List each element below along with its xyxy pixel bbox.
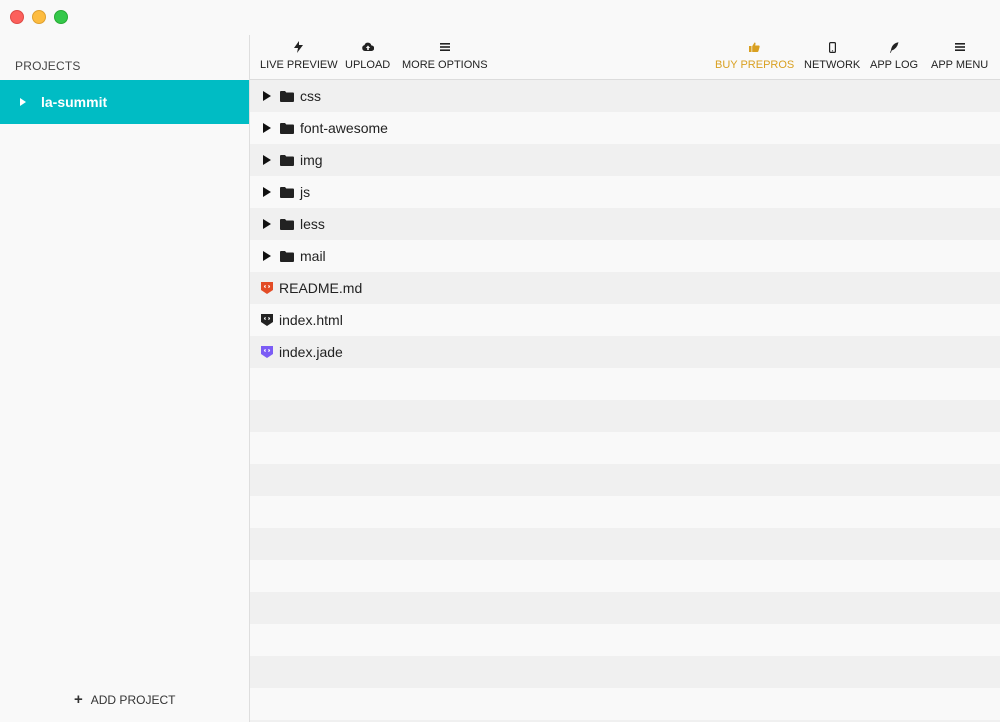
folder-icon (280, 90, 294, 102)
folder-row-font-awesome[interactable]: font-awesome (250, 112, 1000, 144)
empty-row (250, 688, 1000, 720)
window-controls (10, 10, 68, 24)
empty-row (250, 432, 1000, 464)
file-row-index-jade[interactable]: index.jade (250, 336, 1000, 368)
folder-name: font-awesome (300, 120, 388, 136)
html-file-icon (261, 314, 273, 326)
folder-name: less (300, 216, 325, 232)
folder-icon (280, 122, 294, 134)
plus-icon: + (74, 691, 83, 708)
maximize-window-button[interactable] (54, 10, 68, 24)
empty-row (250, 560, 1000, 592)
file-row-index-html[interactable]: index.html (250, 304, 1000, 336)
folder-row-css[interactable]: css (250, 80, 1000, 112)
caret-right-icon (20, 98, 26, 106)
toolbar: LIVE PREVIEW UPLOAD MORE OPTIONS BUY PRE… (250, 35, 1000, 80)
sidebar: PROJECTS la-summit + ADD PROJECT (0, 35, 250, 722)
expand-arrow-icon[interactable] (263, 187, 271, 197)
network-label: NETWORK (804, 59, 861, 71)
folder-row-less[interactable]: less (250, 208, 1000, 240)
hamburger-icon (439, 40, 450, 54)
mobile-phone-icon (828, 40, 836, 54)
folder-row-mail[interactable]: mail (250, 240, 1000, 272)
app-menu-button[interactable]: APP MENU (931, 40, 988, 71)
cloud-upload-icon (361, 40, 374, 54)
app-log-button[interactable]: APP LOG (870, 40, 918, 71)
folder-name: mail (300, 248, 326, 264)
expand-arrow-icon[interactable] (263, 91, 271, 101)
file-tree: css font-awesome img js less mail README… (250, 80, 1000, 722)
hamburger-icon (954, 40, 965, 54)
file-name: index.jade (279, 344, 343, 360)
markdown-file-icon (261, 282, 273, 294)
folder-icon (280, 250, 294, 262)
app-menu-label: APP MENU (931, 59, 989, 71)
close-window-button[interactable] (10, 10, 24, 24)
buy-prepros-button[interactable]: BUY PREPROS (715, 40, 794, 71)
folder-row-img[interactable]: img (250, 144, 1000, 176)
folder-row-js[interactable]: js (250, 176, 1000, 208)
empty-row (250, 496, 1000, 528)
app-log-label: APP LOG (870, 59, 919, 71)
thumbs-up-icon (749, 40, 760, 54)
more-options-label: MORE OPTIONS (402, 59, 488, 71)
minimize-window-button[interactable] (32, 10, 46, 24)
jade-file-icon (261, 346, 273, 358)
expand-arrow-icon[interactable] (263, 251, 271, 261)
file-name: index.html (279, 312, 343, 328)
buy-prepros-label: BUY PREPROS (715, 59, 795, 71)
expand-arrow-icon[interactable] (263, 123, 271, 133)
feather-icon (889, 40, 899, 54)
add-project-button[interactable]: + ADD PROJECT (74, 691, 176, 708)
folder-icon (280, 154, 294, 166)
file-name: README.md (279, 280, 363, 296)
expand-arrow-icon[interactable] (263, 155, 271, 165)
empty-row (250, 464, 1000, 496)
empty-row (250, 656, 1000, 688)
empty-row (250, 368, 1000, 400)
empty-row (250, 528, 1000, 560)
folder-name: img (300, 152, 323, 168)
app-window: PROJECTS la-summit + ADD PROJECT LIVE PR… (0, 0, 1000, 722)
more-options-button[interactable]: MORE OPTIONS (402, 40, 488, 71)
projects-heading: PROJECTS (15, 59, 81, 73)
folder-icon (280, 186, 294, 198)
live-preview-label: LIVE PREVIEW (260, 59, 338, 71)
folder-icon (280, 218, 294, 230)
add-project-label: ADD PROJECT (90, 693, 176, 707)
folder-name: css (300, 88, 321, 104)
live-preview-button[interactable]: LIVE PREVIEW (260, 40, 338, 71)
empty-row (250, 624, 1000, 656)
empty-row (250, 592, 1000, 624)
file-row-readme[interactable]: README.md (250, 272, 1000, 304)
project-item-la-summit[interactable]: la-summit (0, 80, 249, 124)
network-button[interactable]: NETWORK (804, 40, 860, 71)
project-name: la-summit (41, 94, 108, 110)
empty-row (250, 400, 1000, 432)
upload-label: UPLOAD (345, 59, 391, 71)
expand-arrow-icon[interactable] (263, 219, 271, 229)
folder-name: js (300, 184, 311, 200)
bolt-icon (294, 40, 304, 54)
upload-button[interactable]: UPLOAD (345, 40, 390, 71)
